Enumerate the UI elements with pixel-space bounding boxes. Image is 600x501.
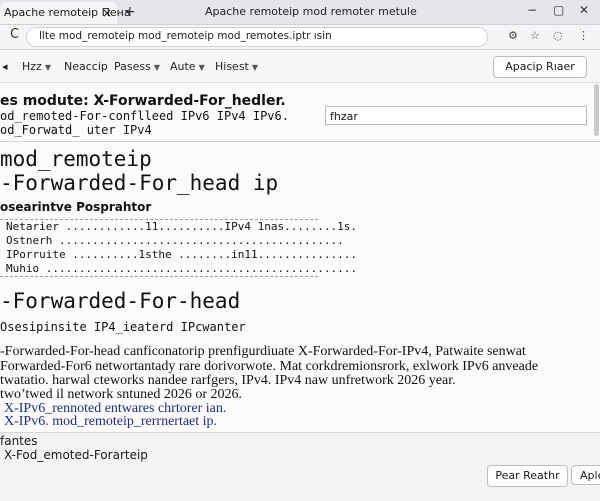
new-tab-icon[interactable]: + <box>124 2 136 22</box>
table-row: IPorruite ..........1sthe ........in11..… <box>6 248 357 261</box>
address-bar[interactable]: llte mod_remoteip mod_remoteip mod_remot… <box>26 27 488 47</box>
menu-icon[interactable]: ⋮ <box>578 29 589 42</box>
chevron-down-icon: ▼ <box>153 63 160 72</box>
scrollbar[interactable] <box>594 84 599 136</box>
page-subtitle: -Forwarded-For_head ip <box>0 171 279 195</box>
menu-item-label: Aute <box>170 60 196 73</box>
subsection-heading: osearintve Posprahtor <box>0 200 152 214</box>
chevron-down-icon: ▼ <box>44 63 51 72</box>
doc-link[interactable]: X-IPv6. mod_remoteip_rerrnertaet ip. <box>4 414 217 430</box>
footer-label: fantes <box>0 434 38 448</box>
module-line-1: od_remoted-For-conflleed IPv6 IPv4 IPv6. <box>0 109 289 123</box>
settings-icon[interactable]: ⚙ <box>508 29 518 42</box>
menu-item-neaccip[interactable]: Neaccip <box>64 60 108 73</box>
footer-value: X-Fod_emoted-Forarteip <box>4 448 148 462</box>
minimize-icon[interactable]: − <box>527 3 537 17</box>
apply-button[interactable]: Aple <box>571 465 600 485</box>
module-line-2: od_Forwatd_ uter IPv4 <box>0 123 152 137</box>
chevron-down-icon: ▼ <box>198 63 205 72</box>
menu-item-pasess[interactable]: Pasess ▼ <box>114 60 160 73</box>
menu-item-aute[interactable]: Aute ▼ <box>170 60 205 73</box>
menu-item-label: Pasess <box>114 60 151 73</box>
table-row: Muhio ..................................… <box>6 262 357 275</box>
menu-item-label: Neaccip <box>64 60 108 73</box>
window-title: Apache remoteip mod remoter metule <box>205 5 417 18</box>
close-window-icon[interactable]: ✕ <box>579 3 589 17</box>
paragraph-line: -Forwarded-For-head canficonatorip prenf… <box>0 344 526 359</box>
divider <box>0 141 600 142</box>
menu-item-label: Hisest <box>215 60 249 73</box>
profile-icon[interactable]: ◌ <box>553 29 563 42</box>
menu-item-label: Hzz <box>22 60 42 73</box>
apache-button[interactable]: Apacip Rıaer <box>493 56 587 78</box>
tab-active[interactable]: Apache remoteip Пена × <box>0 2 131 24</box>
menu-item-hzz[interactable]: Hzz ▼ <box>22 60 51 73</box>
menu-item-hisest[interactable]: Hisest ▼ <box>215 60 258 73</box>
chevron-down-icon: ▼ <box>251 63 259 72</box>
table-row: Netarier ............11..........IPv4 1n… <box>6 220 357 233</box>
section-heading: -Forwarded-For-head <box>0 289 241 313</box>
module-heading: es modute: X-Forwarded-For_hedler. <box>0 93 286 109</box>
url-text: llte mod_remoteip mod_remoteip mod_remot… <box>39 30 332 42</box>
maximize-icon[interactable]: ▢ <box>553 3 564 17</box>
reload-icon[interactable]: C <box>10 27 19 42</box>
back-icon[interactable]: ◂ <box>2 60 8 73</box>
section-subheading: Osesipinsite IP4_ieaterd IPcwanter <box>0 320 246 334</box>
filter-input[interactable]: fhzar <box>325 106 587 125</box>
page-title: mod_remoteip <box>0 147 152 171</box>
preview-button[interactable]: Pear Reathr <box>487 465 568 487</box>
tab-close-icon[interactable]: × <box>102 2 112 24</box>
bookmark-star-icon[interactable]: ☆ <box>530 29 540 42</box>
table-row: Ostnerh ................................… <box>6 234 344 247</box>
